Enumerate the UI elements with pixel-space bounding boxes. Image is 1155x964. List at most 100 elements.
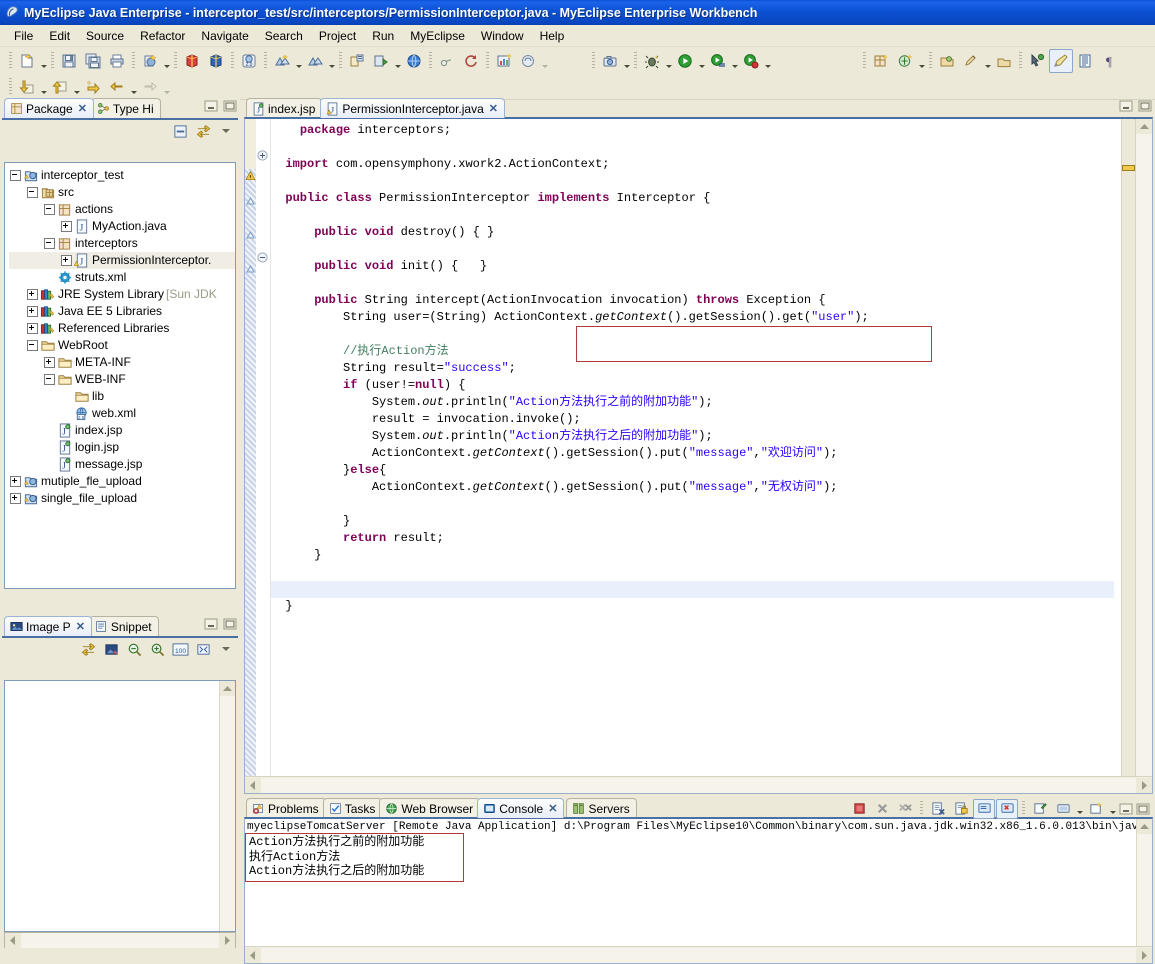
db-blue-icon[interactable] [204, 49, 228, 73]
editor-annotation-ruler[interactable] [245, 119, 256, 777]
hscroll-track[interactable] [261, 777, 1136, 793]
scroll-up-button[interactable] [1137, 819, 1152, 834]
zoom-fit-icon[interactable] [192, 639, 214, 659]
code-line[interactable]: public class PermissionInterceptor imple… [271, 190, 1114, 207]
tab-servers[interactable]: Servers [566, 798, 637, 818]
remove-all-x-icon[interactable] [894, 799, 916, 819]
toolbar-grip[interactable] [634, 51, 637, 70]
fit-image-icon[interactable] [100, 639, 122, 659]
open-type-icon[interactable] [345, 49, 369, 73]
toolbar-grip[interactable] [51, 51, 54, 70]
maximize-icon[interactable] [222, 99, 238, 113]
code-line[interactable] [271, 564, 1114, 581]
tree-expander-plus-icon[interactable] [60, 220, 73, 233]
tab-console[interactable]: Console ✕ [477, 798, 565, 818]
tree-item-login-jsp[interactable]: Jlogin.jsp [9, 439, 235, 456]
scroll-right-button[interactable] [1136, 777, 1152, 793]
db-red-icon[interactable] [180, 49, 204, 73]
server-stop-dropdown-arrow[interactable] [327, 46, 336, 75]
toolbar-grip[interactable] [264, 51, 267, 70]
editor-tab-index-jsp[interactable]: J index.jsp [246, 98, 323, 118]
run-tools-icon[interactable] [706, 49, 730, 73]
scroll-right-button[interactable] [1136, 947, 1152, 963]
warning-marker-icon[interactable] [245, 169, 256, 185]
tree-item-web-inf[interactable]: WEB-INF [9, 371, 235, 388]
last-edit-icon[interactable] [81, 75, 105, 99]
code-line[interactable]: ActionContext.getContext().getSession().… [271, 445, 1114, 462]
code-line[interactable]: } [271, 547, 1114, 564]
maximize-icon[interactable] [222, 617, 238, 631]
open-console-icon[interactable] [1085, 799, 1107, 819]
report-icon[interactable] [492, 49, 516, 73]
code-line[interactable]: String result="success"; [271, 360, 1114, 377]
image-preview-hscrollbar[interactable] [4, 932, 236, 948]
hscroll-track[interactable] [261, 947, 1136, 963]
console-hscrollbar[interactable] [245, 946, 1152, 963]
profile-icon[interactable] [739, 49, 763, 73]
tree-item-webroot[interactable]: WebRoot [9, 337, 235, 354]
editor-overview-ruler[interactable] [1121, 119, 1136, 777]
server-run-dropdown-arrow[interactable] [294, 46, 303, 75]
scroll-up-button[interactable] [1136, 119, 1152, 134]
tree-item-myaction-java[interactable]: J MyAction.java [9, 218, 235, 235]
clear-console-icon[interactable] [927, 799, 949, 819]
task-repo-icon[interactable] [935, 49, 959, 73]
package-explorer-tree[interactable]: interceptor_test src actions J MyAction.java… [4, 162, 236, 589]
toolbar-grip[interactable] [863, 51, 866, 70]
toolbar-grip[interactable] [132, 51, 135, 70]
menu-file[interactable]: File [6, 27, 41, 45]
code-line[interactable] [271, 496, 1114, 513]
tab-problems[interactable]: Problems [246, 798, 326, 818]
menu-help[interactable]: Help [532, 27, 573, 45]
run-tools-dropdown-arrow[interactable] [730, 46, 739, 75]
menu-refactor[interactable]: Refactor [132, 27, 193, 45]
prev-annotation-icon[interactable] [48, 75, 72, 99]
tree-expander-plus-icon[interactable] [26, 288, 39, 301]
toolbar-grip[interactable] [1019, 51, 1022, 70]
tree-item-web-xml[interactable]: 2.5 web.xml [9, 405, 235, 422]
web20-icon[interactable]: 2.0 [237, 49, 261, 73]
tree-expander-minus-icon[interactable] [43, 373, 56, 386]
tree-item-index-jsp[interactable]: Jindex.jsp [9, 422, 235, 439]
collapse-all-icon[interactable] [169, 121, 191, 141]
editor-folding-ruler[interactable] [256, 119, 271, 777]
zoom-in-icon[interactable] [146, 639, 168, 659]
pin-console-icon[interactable] [1029, 799, 1051, 819]
search-ref-icon[interactable] [435, 49, 459, 73]
link-editor-icon[interactable] [192, 121, 214, 141]
new-file-dropdown-arrow[interactable] [39, 46, 48, 75]
tree-expander-plus-icon[interactable] [9, 475, 22, 488]
tree-item-referenced-libraries[interactable]: Referenced Libraries [9, 320, 235, 337]
refresh-icon[interactable] [459, 49, 483, 73]
print-icon[interactable] [105, 49, 129, 73]
forward-arrow-icon[interactable] [138, 75, 162, 99]
deploy-icon[interactable] [138, 49, 162, 73]
back-arrow-icon[interactable] [105, 75, 129, 99]
perspective-icon[interactable] [992, 49, 1016, 73]
tree-expander-plus-icon[interactable] [26, 305, 39, 318]
open-console-dropdown-arrow[interactable] [1108, 798, 1117, 819]
minimize-icon[interactable] [203, 617, 219, 631]
tree-item-interceptors[interactable]: interceptors [9, 235, 235, 252]
tree-item-struts-xml[interactable]: struts.xml [9, 269, 235, 286]
code-line[interactable]: return result; [271, 530, 1114, 547]
menu-project[interactable]: Project [311, 27, 364, 45]
annotation-dropdown-arrow[interactable] [983, 46, 992, 75]
run-green-icon[interactable] [673, 49, 697, 73]
close-icon[interactable]: ✕ [76, 620, 85, 633]
new-class-icon[interactable] [893, 49, 917, 73]
tree-expander-minus-icon[interactable] [43, 203, 56, 216]
code-line[interactable]: if (user!=null) { [271, 377, 1114, 394]
run-dropdown-arrow[interactable] [697, 46, 706, 75]
code-line[interactable]: System.out.println("Action方法执行之前的附加功能"); [271, 394, 1114, 411]
fold-expand-icon[interactable] [257, 150, 268, 161]
code-line[interactable] [271, 139, 1114, 156]
editor-code-text[interactable]: package interceptors; import com.opensym… [271, 119, 1114, 777]
toolbar-grip[interactable] [929, 51, 932, 70]
maximize-icon[interactable] [1137, 99, 1153, 113]
matisse-dropdown-arrow[interactable] [540, 46, 549, 75]
code-line[interactable] [271, 207, 1114, 224]
code-line[interactable]: String user=(String) ActionContext.getCo… [271, 309, 1114, 326]
tab-snippets[interactable]: Snippet [88, 616, 159, 636]
stdout-icon[interactable] [973, 798, 995, 819]
